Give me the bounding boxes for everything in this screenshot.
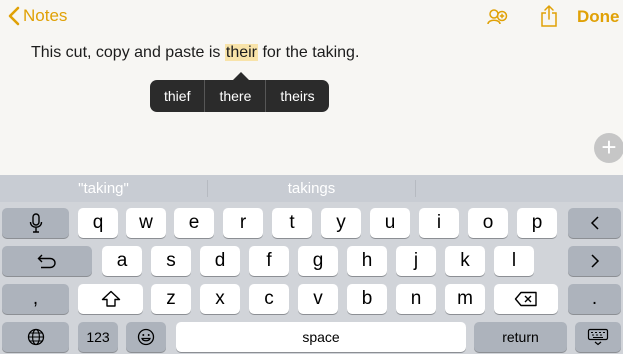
key-a[interactable]: a	[102, 246, 142, 276]
emoji-icon	[137, 328, 155, 346]
key-z[interactable]: z	[151, 284, 191, 314]
key-w[interactable]: w	[126, 208, 166, 238]
key-q[interactable]: q	[78, 208, 118, 238]
numbers-key[interactable]: 123	[78, 322, 118, 352]
undo-key[interactable]	[2, 246, 92, 276]
suggestion-there[interactable]: there	[205, 80, 265, 112]
key-p[interactable]: p	[517, 208, 557, 238]
cursor-left-key[interactable]	[568, 208, 621, 238]
key-c[interactable]: c	[249, 284, 289, 314]
return-key[interactable]: return	[474, 322, 567, 352]
key-u[interactable]: u	[370, 208, 410, 238]
key-t[interactable]: t	[272, 208, 312, 238]
key-i[interactable]: i	[419, 208, 459, 238]
back-button[interactable]: Notes	[8, 6, 67, 26]
key-n[interactable]: n	[396, 284, 436, 314]
note-canvas[interactable]: Notes Done This cut, copy and paste is t…	[0, 0, 623, 175]
add-people-icon[interactable]	[487, 7, 509, 27]
prediction-1[interactable]: "taking"	[0, 175, 207, 202]
key-r[interactable]: r	[223, 208, 263, 238]
key-h[interactable]: h	[347, 246, 387, 276]
cursor-right-key[interactable]	[568, 246, 621, 276]
chevron-left-icon	[8, 6, 20, 26]
prediction-3[interactable]	[416, 175, 623, 202]
predictive-text-bar: "taking" takings	[0, 175, 623, 202]
period-key[interactable]: .	[568, 284, 621, 314]
key-o[interactable]: o	[468, 208, 508, 238]
done-button[interactable]: Done	[577, 7, 620, 27]
key-b[interactable]: b	[347, 284, 387, 314]
dismiss-keyboard-key[interactable]	[575, 322, 621, 352]
key-j[interactable]: j	[396, 246, 436, 276]
key-l[interactable]: l	[494, 246, 534, 276]
undo-icon	[37, 254, 56, 269]
key-g[interactable]: g	[298, 246, 338, 276]
globe-icon	[27, 328, 44, 346]
key-m[interactable]: m	[445, 284, 485, 314]
space-key[interactable]: space	[176, 322, 466, 352]
keyboard: q w e r t y u i o p a s d f g h j k l , …	[0, 202, 623, 354]
key-k[interactable]: k	[445, 246, 485, 276]
suggestion-theirs[interactable]: theirs	[266, 80, 328, 112]
prediction-2[interactable]: takings	[208, 175, 415, 202]
suggestion-thief[interactable]: thief	[150, 80, 204, 112]
suggestion-popup: thief there theirs	[150, 80, 329, 112]
back-label: Notes	[23, 6, 68, 25]
chevron-right-icon	[590, 254, 599, 268]
comma-key[interactable]: ,	[2, 284, 69, 314]
key-e[interactable]: e	[174, 208, 214, 238]
globe-key[interactable]	[2, 322, 69, 352]
emoji-key[interactable]	[126, 322, 166, 352]
navigation-bar: Notes Done	[0, 0, 623, 36]
shift-icon	[101, 290, 120, 307]
share-icon[interactable]	[540, 4, 558, 28]
key-x[interactable]: x	[200, 284, 240, 314]
plus-icon: +	[601, 132, 617, 162]
key-s[interactable]: s	[151, 246, 191, 276]
key-f[interactable]: f	[249, 246, 289, 276]
key-y[interactable]: y	[321, 208, 361, 238]
microphone-icon	[29, 213, 42, 233]
note-text-before: This cut, copy and paste is	[31, 44, 225, 61]
key-v[interactable]: v	[298, 284, 338, 314]
selected-word[interactable]: their	[224, 44, 258, 61]
key-d[interactable]: d	[200, 246, 240, 276]
keyboard-dismiss-icon	[587, 328, 609, 346]
note-body[interactable]: This cut, copy and paste is their for th…	[31, 44, 359, 62]
chevron-left-icon	[590, 216, 599, 230]
suggestion-popup-arrow	[233, 72, 249, 80]
add-attachment-button[interactable]: +	[594, 133, 623, 163]
delete-icon	[514, 291, 537, 307]
delete-key[interactable]	[494, 284, 558, 314]
note-text-after: for the taking.	[258, 44, 360, 61]
shift-key[interactable]	[78, 284, 143, 314]
dictation-key[interactable]	[2, 208, 69, 238]
